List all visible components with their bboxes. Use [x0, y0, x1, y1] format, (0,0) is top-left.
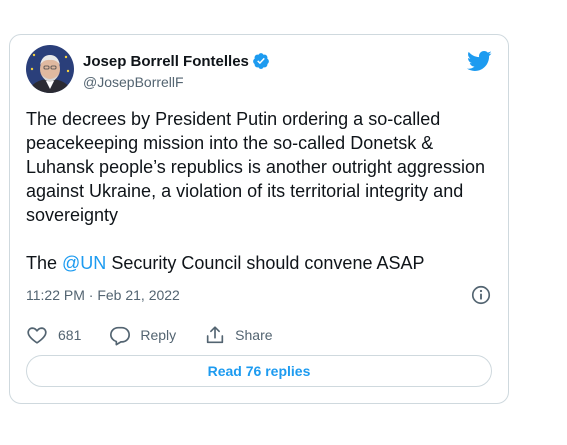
- tweet-text-prefix: The: [26, 253, 63, 273]
- verified-badge-icon: [252, 52, 270, 70]
- author-block[interactable]: Josep Borrell Fontelles @JosepBorrellF: [83, 51, 270, 91]
- twitter-bird-icon[interactable]: [466, 50, 492, 72]
- tweet-text-paragraph-2: The @UN Security Council should convene …: [26, 251, 496, 275]
- author-avatar[interactable]: [26, 45, 74, 93]
- like-button[interactable]: 681: [26, 324, 81, 346]
- author-name[interactable]: Josep Borrell Fontelles: [83, 53, 249, 70]
- share-button[interactable]: Share: [204, 324, 273, 346]
- heart-icon: [27, 327, 47, 344]
- reply-label: Reply: [140, 327, 177, 343]
- reply-button[interactable]: Reply: [109, 324, 176, 346]
- tweet-text-paragraph: The decrees by President Putin ordering …: [26, 109, 485, 225]
- info-icon[interactable]: [470, 284, 492, 306]
- read-replies-button[interactable]: Read 76 replies: [26, 355, 492, 387]
- share-label: Share: [235, 327, 273, 343]
- tweet-card: Josep Borrell Fontelles @JosepBorrellF T…: [9, 34, 509, 404]
- author-handle[interactable]: @JosepBorrellF: [83, 73, 270, 91]
- like-count: 681: [58, 327, 82, 343]
- tweet-text-suffix: Security Council should convene ASAP: [106, 253, 425, 273]
- share-icon: [206, 326, 224, 344]
- tweet-body: The decrees by President Putin ordering …: [26, 107, 496, 275]
- reply-icon: [110, 326, 131, 346]
- author-name-row: Josep Borrell Fontelles: [83, 51, 270, 71]
- tweet-actions: 681 Reply Share: [26, 323, 301, 347]
- tweet-timestamp[interactable]: 11:22 PM · Feb 21, 2022: [26, 285, 180, 305]
- mention-link[interactable]: @UN: [62, 253, 106, 273]
